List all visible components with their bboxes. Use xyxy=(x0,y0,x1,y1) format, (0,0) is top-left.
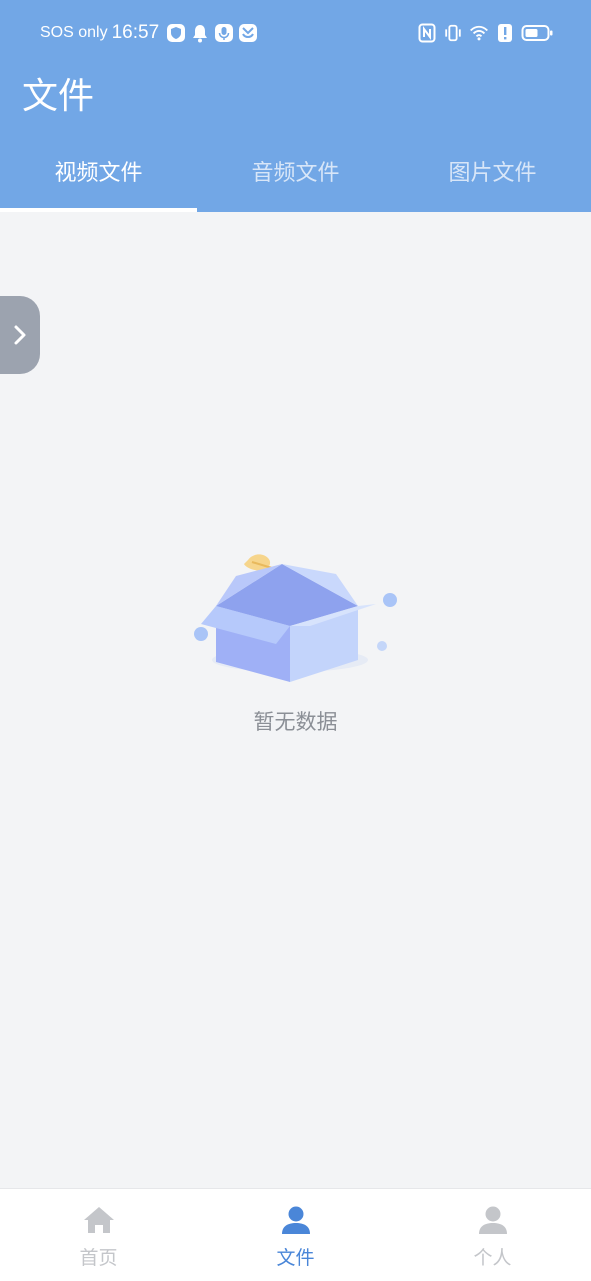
carrier-text: SOS only xyxy=(40,24,108,41)
battery-icon xyxy=(521,23,553,43)
tab-active-indicator xyxy=(0,208,197,212)
nav-item-profile[interactable]: 个人 xyxy=(394,1189,591,1281)
tab-label: 图片文件 xyxy=(448,161,537,186)
alert-icon xyxy=(495,23,515,43)
nav-item-files[interactable]: 文件 xyxy=(197,1189,394,1281)
app-header: SOS only 16:57 文件 视频文件 音频文件 图片文件 xyxy=(0,0,591,212)
home-icon xyxy=(82,1205,116,1235)
vibrate-icon xyxy=(443,23,463,43)
status-bar-left: SOS only 16:57 xyxy=(40,20,262,46)
tab-image-files[interactable]: 图片文件 xyxy=(394,146,591,212)
shield-app-icon xyxy=(166,23,186,43)
bottom-nav: 首页 文件 个人 xyxy=(0,1188,591,1281)
tab-video-files[interactable]: 视频文件 xyxy=(0,146,197,212)
nav-label: 文件 xyxy=(276,1247,315,1269)
bell-icon xyxy=(190,23,210,43)
nav-label: 个人 xyxy=(473,1247,512,1269)
person-icon xyxy=(476,1205,510,1235)
nav-label: 首页 xyxy=(79,1247,118,1269)
empty-box-icon xyxy=(186,548,406,688)
page-title: 文件 xyxy=(22,76,95,117)
nav-item-home[interactable]: 首页 xyxy=(0,1189,197,1281)
tab-label: 视频文件 xyxy=(54,161,143,186)
user-icon xyxy=(279,1205,313,1235)
status-bar: SOS only 16:57 xyxy=(0,0,591,66)
clock-text: 16:57 xyxy=(111,22,160,43)
status-bar-right xyxy=(417,20,553,46)
chevron-right-icon xyxy=(14,325,26,345)
tab-bar: 视频文件 音频文件 图片文件 xyxy=(0,146,591,212)
wifi-icon xyxy=(469,23,489,43)
empty-state-text: 暂无数据 xyxy=(253,710,338,734)
app-icon xyxy=(238,23,258,43)
nfc-icon xyxy=(417,23,437,43)
tab-audio-files[interactable]: 音频文件 xyxy=(197,146,394,212)
side-drawer-handle[interactable] xyxy=(0,296,40,374)
tab-label: 音频文件 xyxy=(251,161,340,186)
microphone-icon xyxy=(214,23,234,43)
